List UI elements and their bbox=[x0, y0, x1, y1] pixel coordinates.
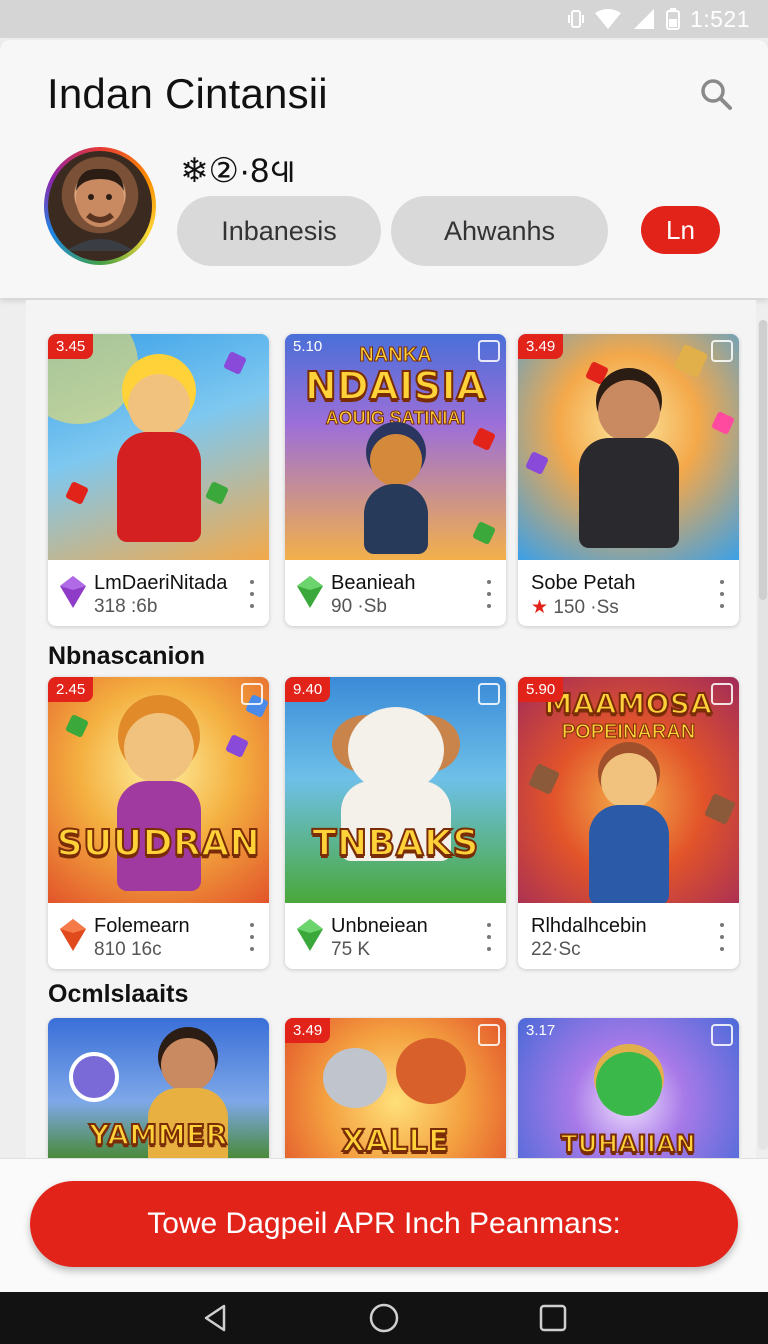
gem-icon bbox=[60, 919, 86, 951]
game-art: YAMMER bbox=[48, 1018, 269, 1158]
more-options-button[interactable] bbox=[482, 580, 496, 608]
more-options-button[interactable] bbox=[715, 923, 729, 951]
price-badge: 3.17 bbox=[526, 1022, 556, 1039]
bookmark-icon[interactable] bbox=[478, 683, 500, 705]
game-card[interactable]: MAAMOSA POPEINARAN 5.90 Rlhdalhcebin 22·… bbox=[518, 677, 739, 969]
signal-icon bbox=[632, 8, 656, 30]
card-info: Folemearn 810 16c bbox=[48, 903, 269, 969]
game-meta: 810 16c bbox=[94, 939, 162, 960]
search-button[interactable] bbox=[694, 72, 738, 116]
game-art: NANKA NDAISIA AOUIG SATINIAI bbox=[285, 334, 506, 560]
bookmark-icon[interactable] bbox=[711, 1024, 733, 1046]
avatar-face bbox=[48, 151, 152, 261]
card-info: Beanieah 90 ·Sb bbox=[285, 560, 506, 626]
home-button[interactable] bbox=[364, 1298, 404, 1338]
section-title: Ocmlslaaits bbox=[48, 980, 189, 1008]
bookmark-icon[interactable] bbox=[241, 683, 263, 705]
bookmark-icon[interactable] bbox=[478, 1024, 500, 1046]
recents-button[interactable] bbox=[533, 1298, 573, 1338]
star-icon: ★ bbox=[531, 597, 549, 618]
price-badge: 5.90 bbox=[518, 677, 564, 702]
more-options-button[interactable] bbox=[482, 923, 496, 951]
game-art: MAAMOSA POPEINARAN bbox=[518, 677, 739, 903]
game-name: Folemearn bbox=[94, 915, 190, 937]
status-time: 1:521 bbox=[689, 5, 750, 32]
bookmark-icon[interactable] bbox=[711, 340, 733, 362]
more-options-button[interactable] bbox=[245, 580, 259, 608]
page-title: Indan Cintansii bbox=[47, 70, 328, 117]
navigation-bar bbox=[0, 1292, 768, 1344]
game-art bbox=[518, 334, 739, 560]
status-icons: 1:521 bbox=[567, 5, 750, 32]
vibrate-icon bbox=[567, 8, 584, 30]
primary-cta-button[interactable]: Towe Dagpeil APR Inch Peanmans: bbox=[30, 1181, 738, 1267]
more-options-button[interactable] bbox=[715, 580, 729, 608]
art-title: YAMMER bbox=[88, 1117, 228, 1152]
game-name: Rlhdalhcebin bbox=[531, 915, 647, 937]
game-card[interactable]: XALLE 3.49 bbox=[285, 1018, 506, 1158]
wifi-icon bbox=[594, 8, 622, 30]
search-icon bbox=[701, 79, 732, 110]
game-name: Unbneiean bbox=[331, 915, 428, 937]
scrollbar-thumb[interactable] bbox=[759, 320, 767, 600]
game-card[interactable]: TUHAIIAN 3.17 bbox=[518, 1018, 739, 1158]
recents-icon bbox=[540, 1304, 567, 1332]
game-name: LmDaeriNitada bbox=[94, 572, 228, 594]
game-name: Sobe Petah bbox=[531, 572, 636, 594]
art-title: SUUDRAN bbox=[56, 822, 261, 865]
game-meta: 22·Sc bbox=[531, 939, 581, 960]
filter-pill-inbanesis[interactable]: Inbanesis bbox=[177, 196, 381, 266]
more-options-button[interactable] bbox=[245, 923, 259, 951]
card-info: Unbneiean 75 K bbox=[285, 903, 506, 969]
bookmark-icon[interactable] bbox=[478, 340, 500, 362]
gem-icon bbox=[297, 576, 323, 608]
art-subtitle: AOUIG SATINIAI bbox=[325, 408, 466, 429]
game-art: TNBAKS bbox=[285, 677, 506, 903]
game-card[interactable]: 3.49 Sobe Petah ★ 150 ·Ss bbox=[518, 334, 739, 626]
game-card[interactable]: TNBAKS 9.40 Unbneiean 75 K bbox=[285, 677, 506, 969]
game-card[interactable]: NANKA NDAISIA AOUIG SATINIAI 5.10 Beanie… bbox=[285, 334, 506, 626]
game-art: SUUDRAN bbox=[48, 677, 269, 903]
art-title: TNBAKS bbox=[311, 822, 479, 865]
price-badge: 9.40 bbox=[285, 677, 331, 702]
battery-icon bbox=[665, 8, 680, 30]
game-meta-value: 150 ·Ss bbox=[553, 597, 619, 618]
price-badge: 3.49 bbox=[285, 1018, 331, 1043]
game-meta: 318 :6b bbox=[94, 596, 158, 617]
scrollbar[interactable] bbox=[758, 320, 768, 1150]
game-art bbox=[48, 334, 269, 560]
profile-stat: ❄②·8᪫ bbox=[180, 152, 296, 190]
language-button[interactable]: Ln bbox=[641, 206, 720, 254]
price-badge: 2.45 bbox=[48, 677, 94, 702]
game-meta: 75 K bbox=[331, 939, 371, 960]
avatar[interactable] bbox=[44, 147, 156, 265]
back-button[interactable] bbox=[195, 1298, 235, 1338]
section-title: Nbnascanion bbox=[48, 642, 205, 670]
filter-pill-ahwanhs[interactable]: Ahwanhs bbox=[391, 196, 608, 266]
gem-icon bbox=[60, 576, 86, 608]
game-card[interactable]: 3.45 LmDaeriNitada 318 :6b bbox=[48, 334, 269, 626]
home-icon bbox=[369, 1303, 399, 1333]
card-info: LmDaeriNitada 318 :6b bbox=[48, 560, 269, 626]
status-bar: 1:521 bbox=[0, 0, 768, 38]
back-icon bbox=[204, 1304, 225, 1332]
art-title: NDAISIA bbox=[304, 363, 487, 409]
card-info: Sobe Petah ★ 150 ·Ss bbox=[518, 560, 739, 626]
price-badge: 3.45 bbox=[48, 334, 94, 359]
art-title: XALLE bbox=[341, 1123, 450, 1158]
art-subtitle: POPEINARAN bbox=[561, 721, 696, 744]
art-title: TUHAIIAN bbox=[560, 1129, 697, 1158]
bookmark-icon[interactable] bbox=[711, 683, 733, 705]
game-card[interactable]: YAMMER bbox=[48, 1018, 269, 1158]
price-badge: 5.10 bbox=[293, 338, 323, 355]
gem-icon bbox=[297, 919, 323, 951]
game-meta: ★ 150 ·Ss bbox=[531, 596, 619, 619]
game-name: Beanieah bbox=[331, 572, 416, 594]
game-meta: 90 ·Sb bbox=[331, 596, 387, 617]
game-card[interactable]: SUUDRAN 2.45 Folemearn 810 16c bbox=[48, 677, 269, 969]
card-info: Rlhdalhcebin 22·Sc bbox=[518, 903, 739, 969]
price-badge: 3.49 bbox=[518, 334, 564, 359]
